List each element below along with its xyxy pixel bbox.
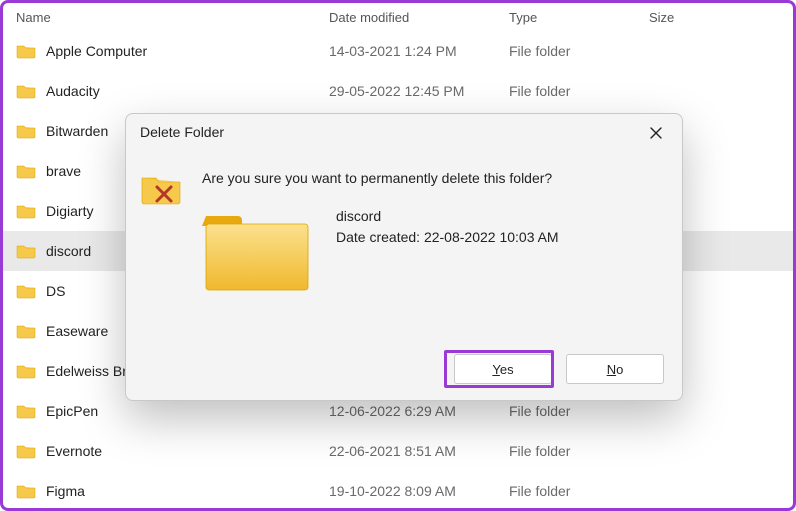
folder-icon <box>16 403 36 419</box>
file-date: 19-10-2022 8:09 AM <box>329 483 509 499</box>
dialog-close-button[interactable] <box>638 118 674 148</box>
folder-icon <box>16 483 36 499</box>
file-name: Edelweiss Bro <box>46 363 135 379</box>
file-type: File folder <box>509 43 649 59</box>
folder-large-icon <box>202 204 312 296</box>
folder-icon <box>16 283 36 299</box>
close-icon <box>650 127 662 139</box>
file-name: discord <box>46 243 91 259</box>
folder-icon <box>16 243 36 259</box>
dialog-item-name: discord <box>336 206 559 227</box>
folder-icon <box>16 363 36 379</box>
file-name: Evernote <box>46 443 102 459</box>
file-type: File folder <box>509 443 649 459</box>
file-row[interactable]: Apple Computer 14-03-2021 1:24 PMFile fol… <box>3 31 793 71</box>
file-row[interactable]: Audacity 29-05-2022 12:45 PMFile folder <box>3 71 793 111</box>
folder-icon <box>16 43 36 59</box>
file-row[interactable]: Figma 19-10-2022 8:09 AMFile folder <box>3 471 793 511</box>
file-date: 29-05-2022 12:45 PM <box>329 83 509 99</box>
file-type: File folder <box>509 483 649 499</box>
dialog-title: Delete Folder <box>140 124 224 140</box>
column-headers: Name Date modified Type Size <box>3 3 793 31</box>
file-date: 22-06-2021 8:51 AM <box>329 443 509 459</box>
folder-icon <box>16 163 36 179</box>
folder-icon <box>16 83 36 99</box>
file-date: 12-06-2022 6:29 AM <box>329 403 509 419</box>
file-name: EpicPen <box>46 403 98 419</box>
file-name: Easeware <box>46 323 108 339</box>
folder-icon <box>16 123 36 139</box>
file-name: Figma <box>46 483 85 499</box>
dialog-item-date-created: Date created: 22-08-2022 10:03 AM <box>336 227 559 248</box>
folder-icon <box>16 203 36 219</box>
dialog-body: Are you sure you want to permanently del… <box>140 164 668 340</box>
dialog-item-info: discord Date created: 22-08-2022 10:03 A… <box>336 206 559 248</box>
file-name: Audacity <box>46 83 100 99</box>
explorer-window: Name Date modified Type Size Apple Compu… <box>0 0 796 511</box>
file-name: Apple Computer <box>46 43 147 59</box>
folder-icon <box>16 443 36 459</box>
yes-button[interactable]: Yes <box>454 354 552 384</box>
file-name: brave <box>46 163 81 179</box>
file-type: File folder <box>509 83 649 99</box>
file-date: 14-03-2021 1:24 PM <box>329 43 509 59</box>
file-name: DS <box>46 283 65 299</box>
file-name: Bitwarden <box>46 123 108 139</box>
no-button[interactable]: No <box>566 354 664 384</box>
col-header-name[interactable]: Name <box>16 10 329 25</box>
col-header-date[interactable]: Date modified <box>329 10 509 25</box>
dialog-prompt: Are you sure you want to permanently del… <box>202 170 552 186</box>
file-row[interactable]: Evernote 22-06-2021 8:51 AMFile folder <box>3 431 793 471</box>
col-header-type[interactable]: Type <box>509 10 649 25</box>
delete-folder-dialog: Delete Folder Are you sure you want to p… <box>125 113 683 401</box>
folder-icon <box>16 323 36 339</box>
dialog-buttons: Yes No <box>454 354 664 384</box>
file-type: File folder <box>509 403 649 419</box>
file-name: Digiarty <box>46 203 93 219</box>
col-header-size[interactable]: Size <box>649 10 793 25</box>
folder-delete-icon <box>140 170 184 210</box>
